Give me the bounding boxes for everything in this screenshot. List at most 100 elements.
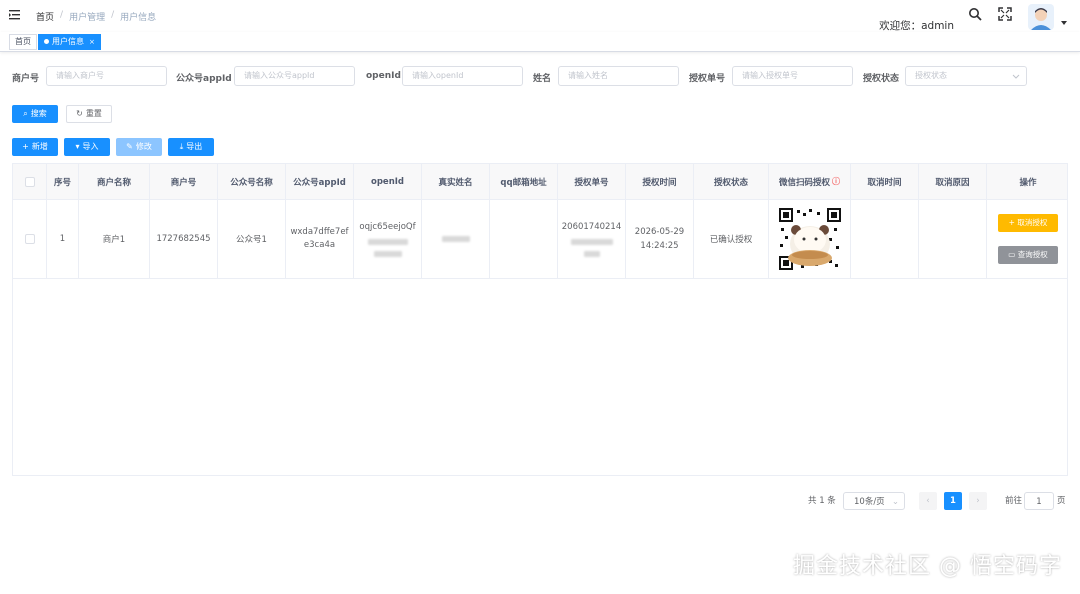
column-header: qq邮箱地址	[490, 164, 558, 199]
goto-page-input[interactable]: 1	[1024, 492, 1054, 510]
column-header: 授权时间	[626, 164, 694, 199]
query-auth-button[interactable]: ▭ 查询授权	[998, 246, 1058, 264]
chevron-left-icon: ‹	[926, 496, 930, 506]
chevron-down-icon	[1012, 74, 1020, 79]
real-name-cell	[422, 200, 490, 278]
tag-label: 首页	[15, 37, 31, 46]
name-label: 姓名	[533, 74, 552, 84]
column-header: 授权单号	[558, 164, 626, 199]
tags-view: 首页 用户信息 ×	[0, 32, 1080, 52]
export-button[interactable]: ⤓ 导出	[168, 138, 214, 156]
merchant-no-input[interactable]: 请输入商户号	[46, 66, 167, 86]
edit-button[interactable]: ✎ 修改	[116, 138, 162, 156]
name-input[interactable]: 请输入姓名	[558, 66, 679, 86]
appid-cell: wxda7dffe7efe3ca4a	[286, 200, 354, 278]
edit-button-label: 修改	[135, 142, 152, 151]
import-icon: ▾	[75, 142, 80, 151]
row-select-cell[interactable]	[13, 200, 47, 278]
checkbox[interactable]	[24, 176, 35, 187]
chevron-down-icon: ⌄	[891, 497, 899, 507]
merchant-no-label: 商户号	[12, 74, 40, 84]
page-size-value: 10条/页	[854, 497, 885, 507]
download-icon: ⤓	[179, 142, 184, 151]
openid-cell: oqjc65eejoQf	[354, 200, 422, 278]
column-header: 授权状态	[694, 164, 769, 199]
search-button[interactable]: ⌕ 搜索	[12, 105, 58, 123]
breadcrumb-user-info: 用户信息	[120, 13, 157, 23]
email-cell	[490, 200, 558, 278]
auth-status-label: 授权状态	[863, 74, 900, 84]
redacted-text	[367, 238, 408, 245]
table-header: 序号 商户名称 商户号 公众号名称 公众号appId openId 真实姓名 q…	[13, 164, 1067, 200]
column-header: 序号	[47, 164, 79, 199]
search-icon[interactable]	[968, 7, 982, 21]
appid-input[interactable]: 请输入公众号appId	[234, 66, 355, 86]
add-button[interactable]: + 新增	[12, 138, 58, 156]
redacted-text	[583, 250, 600, 257]
prev-page-button[interactable]: ‹	[919, 492, 937, 510]
hamburger-icon[interactable]	[9, 9, 21, 21]
tag-home[interactable]: 首页	[9, 34, 37, 50]
redacted-text	[373, 250, 402, 257]
search-icon: ⌕	[23, 109, 28, 118]
cancel-time-cell	[851, 200, 919, 278]
cancel-reason-cell	[919, 200, 987, 278]
import-button[interactable]: ▾ 导入	[64, 138, 110, 156]
caret-down-icon[interactable]	[1060, 19, 1068, 27]
goto-label: 前往	[1005, 496, 1023, 506]
watermark: 掘金技术社区 @ 悟空码字	[793, 554, 1062, 579]
redacted-text	[570, 238, 613, 245]
page-unit-label: 页	[1057, 496, 1066, 506]
breadcrumb-separator: /	[111, 10, 115, 20]
export-button-label: 导出	[186, 142, 203, 151]
column-header: 公众号名称	[218, 164, 286, 199]
auth-no-cell: 20601740214	[558, 200, 626, 278]
import-button-label: 导入	[82, 142, 99, 151]
reset-button-label: 重置	[85, 109, 102, 118]
appid-label: 公众号appId	[176, 74, 232, 84]
column-header: 取消原因	[919, 164, 987, 199]
auth-status-cell: 已确认授权	[694, 200, 769, 278]
navbar: 首页 / 用户管理 / 用户信息 欢迎您：admin	[0, 0, 1080, 32]
pagination: 共 1 条 10条/页 ⌄ ‹ 1 › 前往 1 页	[0, 492, 1080, 512]
auth-no-input[interactable]: 请输入授权单号	[732, 66, 853, 86]
select-placeholder: 授权状态	[915, 71, 947, 80]
page-size-select[interactable]: 10条/页 ⌄	[843, 492, 905, 510]
fullscreen-icon[interactable]	[998, 7, 1012, 21]
checkbox[interactable]	[24, 234, 35, 244]
breadcrumb: 首页 / 用户管理 / 用户信息	[36, 10, 156, 23]
openid-input[interactable]: 请输入openId	[402, 66, 523, 86]
openid-text: oqjc65eejoQf	[359, 221, 416, 232]
tag-label: 用户信息	[52, 37, 84, 46]
column-header: 真实姓名	[422, 164, 490, 199]
breadcrumb-separator: /	[60, 10, 64, 20]
auth-time-cell: 2026-05-29 14:24:25	[626, 200, 694, 278]
account-name-cell: 公众号1	[218, 200, 286, 278]
page-number-current[interactable]: 1	[944, 492, 962, 510]
avatar[interactable]	[1028, 4, 1054, 30]
cancel-auth-button[interactable]: + 取消授权	[998, 214, 1058, 232]
close-icon[interactable]: ×	[89, 38, 95, 46]
tag-user-info[interactable]: 用户信息 ×	[38, 34, 101, 50]
table-row: 1 商户1 1727682545 公众号1 wxda7dffe7efe3ca4a…	[13, 200, 1067, 279]
breadcrumb-user-management: 用户管理	[69, 13, 106, 23]
user-table: 序号 商户名称 商户号 公众号名称 公众号appId openId 真实姓名 q…	[12, 163, 1068, 476]
auth-no-text: 20601740214	[561, 221, 622, 232]
merchant-name-cell: 商户1	[79, 200, 150, 278]
merchant-no-cell: 1727682545	[150, 200, 218, 278]
right-menu: 欢迎您：admin	[879, 4, 1068, 32]
info-icon[interactable]: ⓘ	[832, 176, 840, 187]
next-page-button[interactable]: ›	[969, 492, 987, 510]
column-header-qr: 微信扫码授权 ⓘ	[769, 164, 851, 199]
cancel-auth-label: 取消授权	[1017, 218, 1048, 227]
welcome-text: 欢迎您：admin	[879, 19, 954, 32]
column-header: 取消时间	[851, 164, 919, 199]
breadcrumb-home[interactable]: 首页	[36, 10, 54, 23]
qr-code-image[interactable]	[778, 208, 841, 270]
search-form: 商户号 请输入商户号 公众号appId 请输入公众号appId openId 请…	[0, 66, 1080, 88]
reset-button[interactable]: ↻ 重置	[66, 105, 112, 123]
column-header: 公众号appId	[286, 164, 354, 199]
openid-label: openId	[366, 71, 401, 81]
auth-status-select[interactable]: 授权状态	[905, 66, 1027, 86]
header-select-all[interactable]	[13, 164, 47, 199]
